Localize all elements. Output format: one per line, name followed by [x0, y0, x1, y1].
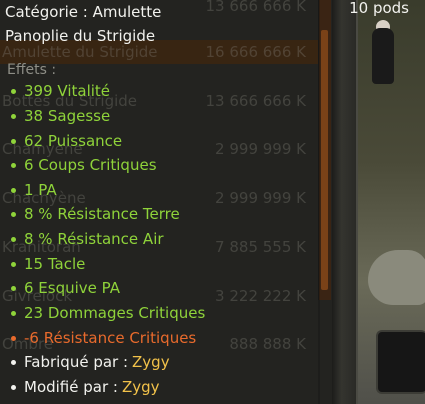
modified-label: Modifié par : — [24, 378, 118, 396]
bullet-icon — [11, 384, 16, 390]
effect-line: 8 % Résistance Air — [11, 229, 164, 249]
effect-line: 399 Vitalité — [11, 81, 110, 101]
effects-header: Effets : — [7, 62, 57, 78]
effect-text: 38 Sagesse — [24, 107, 111, 125]
item-set-name: Panoplie du Strigide — [5, 27, 156, 45]
slot-box[interactable] — [376, 330, 425, 394]
bullet-icon — [11, 310, 16, 316]
pods-counter: 10 pods — [349, 0, 409, 17]
effect-line: 38 Sagesse — [11, 106, 110, 126]
effect-text: -6 Résistance Critiques — [24, 329, 197, 347]
bullet-icon — [11, 236, 16, 242]
crafter-name: Zygy — [132, 353, 170, 371]
modified-by-line: Modifié par : Zygy — [11, 377, 160, 397]
effect-text: 62 Puissance — [24, 132, 123, 150]
effect-text: 8 % Résistance Air — [24, 230, 164, 248]
bullet-icon — [11, 88, 16, 94]
effect-line: 15 Tacle — [11, 254, 85, 274]
effect-line-negative: -6 Résistance Critiques — [11, 328, 196, 348]
crafted-label: Fabriqué par : — [24, 353, 129, 371]
effect-text: 6 Coups Critiques — [24, 156, 157, 174]
item-tooltip: Catégorie : Amulette Panoplie du Strigid… — [0, 0, 320, 404]
effect-line: 6 Esquive PA — [11, 278, 120, 298]
effect-text: 8 % Résistance Terre — [24, 205, 180, 223]
effect-text: 399 Vitalité — [24, 82, 111, 100]
modifier-name: Zygy — [121, 378, 160, 396]
panel-frame — [332, 0, 358, 404]
effect-text: 6 Esquive PA — [24, 279, 121, 297]
bullet-icon — [11, 211, 16, 217]
character-sprite[interactable] — [372, 28, 394, 84]
bullet-icon — [11, 162, 16, 168]
effect-line: 23 Dommages Critiques — [11, 303, 205, 323]
effect-line: 62 Puissance — [11, 131, 122, 151]
effect-line: 6 Coups Critiques — [11, 155, 157, 175]
bullet-icon — [11, 187, 16, 193]
item-category: Catégorie : Amulette — [5, 3, 162, 21]
bullet-icon — [11, 359, 16, 365]
effect-line: 8 % Résistance Terre — [11, 204, 180, 224]
bullet-icon — [11, 335, 16, 341]
bullet-icon — [11, 113, 16, 119]
effect-text: 15 Tacle — [24, 255, 86, 273]
effect-line: 1 PA — [11, 180, 57, 200]
effect-text: 23 Dommages Critiques — [24, 304, 206, 322]
bullet-icon — [11, 138, 16, 144]
bullet-icon — [11, 285, 16, 291]
rock-decoration — [368, 250, 425, 305]
bullet-icon — [11, 261, 16, 267]
crafted-by-line: Fabriqué par : Zygy — [11, 352, 170, 372]
scrollbar-thumb[interactable] — [321, 30, 328, 290]
effect-text: 1 PA — [24, 181, 57, 199]
